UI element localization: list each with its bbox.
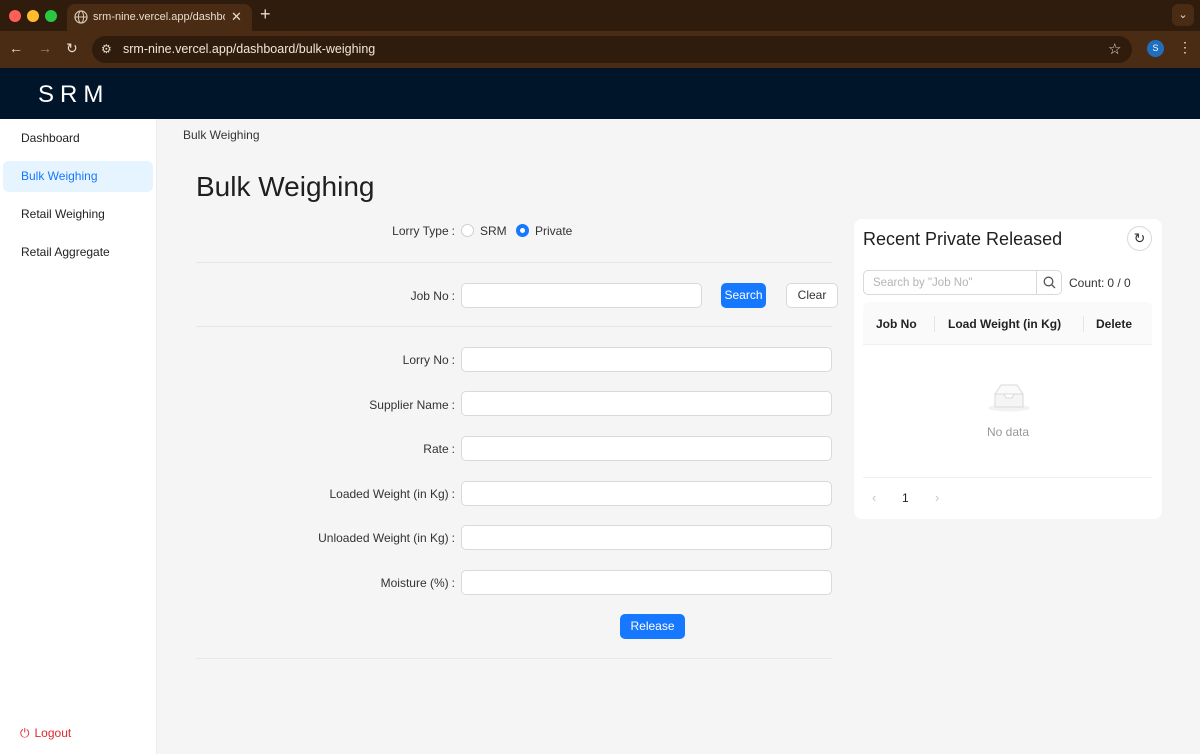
sidebar: Dashboard Bulk Weighing Retail Weighing … <box>0 119 157 754</box>
browser-toolbar: ← → ↻ ⚙ srm-nine.vercel.app/dashboard/bu… <box>0 31 1200 68</box>
release-button[interactable]: Release <box>620 614 685 639</box>
column-separator <box>934 316 935 332</box>
search-icon <box>1043 276 1055 289</box>
bookmark-star-icon[interactable]: ☆ <box>1108 40 1121 58</box>
lorry-no-input[interactable] <box>461 347 832 372</box>
job-no-label: Job No <box>255 289 455 303</box>
count-indicator: Count: 0 / 0 <box>1069 276 1131 290</box>
empty-text: No data <box>986 425 1030 439</box>
app-root: SRM Dashboard Bulk Weighing Retail Weigh… <box>0 68 1200 754</box>
new-tab-icon[interactable]: + <box>260 4 271 25</box>
app-logo[interactable]: SRM <box>38 81 109 109</box>
supplier-name-label: Supplier Name <box>255 398 455 412</box>
sidebar-item-retail-weighing[interactable]: Retail Weighing <box>3 199 153 230</box>
pagination-prev-icon[interactable]: ‹ <box>872 490 876 505</box>
radio-srm-label[interactable]: SRM <box>480 224 507 238</box>
moisture-input[interactable] <box>461 570 832 595</box>
logout-button[interactable]: ⏻ Logout <box>20 726 71 741</box>
table-bottom-border <box>863 477 1152 478</box>
tab-close-icon[interactable]: ✕ <box>231 9 242 25</box>
window-close-button[interactable] <box>9 10 21 22</box>
clear-button[interactable]: Clear <box>786 283 838 308</box>
radio-private[interactable] <box>516 224 529 237</box>
tab-title: srm-nine.vercel.app/dashboard/bulk-weigh… <box>93 11 225 23</box>
rate-input[interactable] <box>461 436 832 461</box>
browser-tab-bar: srm-nine.vercel.app/dashboard/bulk-weigh… <box>0 0 1200 31</box>
sidebar-item-bulk-weighing[interactable]: Bulk Weighing <box>3 161 153 192</box>
app-header: SRM <box>0 68 1200 119</box>
back-arrow-icon[interactable]: ← <box>9 40 23 56</box>
profile-avatar[interactable]: S <box>1147 40 1164 57</box>
globe-icon <box>74 10 88 24</box>
breadcrumb: Bulk Weighing <box>183 128 260 142</box>
forward-arrow-icon[interactable]: → <box>38 40 52 56</box>
recent-released-card: Recent Private Released ↻ Search by "Job… <box>854 219 1162 519</box>
window-minimize-button[interactable] <box>27 10 39 22</box>
radio-private-label[interactable]: Private <box>535 224 572 238</box>
table-search-button[interactable] <box>1036 270 1062 295</box>
refresh-button[interactable]: ↻ <box>1127 226 1152 251</box>
column-separator <box>1083 316 1084 332</box>
sidebar-item-label: Bulk Weighing <box>21 169 98 183</box>
address-bar[interactable]: ⚙ srm-nine.vercel.app/dashboard/bulk-wei… <box>92 36 1132 63</box>
browser-tab[interactable]: srm-nine.vercel.app/dashboard/bulk-weigh… <box>67 4 252 31</box>
sidebar-item-label: Retail Weighing <box>21 207 105 221</box>
tab-search-chevron-icon[interactable]: ⌄ <box>1172 4 1194 26</box>
page-title: Bulk Weighing <box>196 171 375 202</box>
divider <box>196 262 832 263</box>
pagination-page[interactable]: 1 <box>902 491 909 505</box>
unloaded-weight-input[interactable] <box>461 525 832 550</box>
reload-icon[interactable]: ↻ <box>66 40 78 57</box>
pagination-next-icon[interactable]: › <box>935 490 939 505</box>
sidebar-item-label: Retail Aggregate <box>21 245 110 259</box>
divider <box>196 326 832 327</box>
browser-menu-icon[interactable]: ⋮ <box>1178 39 1192 56</box>
supplier-name-input[interactable] <box>461 391 832 416</box>
url-text: srm-nine.vercel.app/dashboard/bulk-weigh… <box>123 42 376 56</box>
column-header-delete[interactable]: Delete <box>1096 317 1132 331</box>
search-placeholder: Search by "Job No" <box>873 277 973 289</box>
sidebar-item-retail-aggregate[interactable]: Retail Aggregate <box>3 237 153 268</box>
table-header: Job No Load Weight (in Kg) Delete <box>863 302 1152 345</box>
rate-label: Rate <box>255 442 455 456</box>
logout-label: Logout <box>34 726 72 740</box>
logout-icon: ⏻ <box>20 726 30 740</box>
loaded-weight-input[interactable] <box>461 481 832 506</box>
search-button[interactable]: Search <box>721 283 766 308</box>
sidebar-item-label: Dashboard <box>21 131 80 145</box>
sidebar-item-dashboard[interactable]: Dashboard <box>3 123 153 154</box>
job-no-search-input[interactable]: Search by "Job No" <box>863 270 1037 295</box>
lorry-no-label: Lorry No <box>255 353 455 367</box>
refresh-icon: ↻ <box>1133 230 1146 246</box>
unloaded-weight-label: Unloaded Weight (in Kg) <box>255 531 455 545</box>
loaded-weight-label: Loaded Weight (in Kg) <box>255 487 455 501</box>
divider <box>196 658 832 659</box>
count-value: 0 / 0 <box>1107 276 1131 290</box>
window-maximize-button[interactable] <box>45 10 57 22</box>
column-header-job-no[interactable]: Job No <box>876 317 917 331</box>
moisture-label: Moisture (%) <box>255 576 455 590</box>
site-settings-icon[interactable]: ⚙ <box>101 42 112 56</box>
count-label: Count: <box>1069 276 1105 290</box>
job-no-input[interactable] <box>461 283 702 308</box>
lorry-type-label: Lorry Type <box>255 224 455 238</box>
column-header-load-weight[interactable]: Load Weight (in Kg) <box>948 317 1061 331</box>
empty-inbox-icon <box>988 384 1030 412</box>
card-title: Recent Private Released <box>863 229 1063 249</box>
radio-srm[interactable] <box>461 224 474 237</box>
